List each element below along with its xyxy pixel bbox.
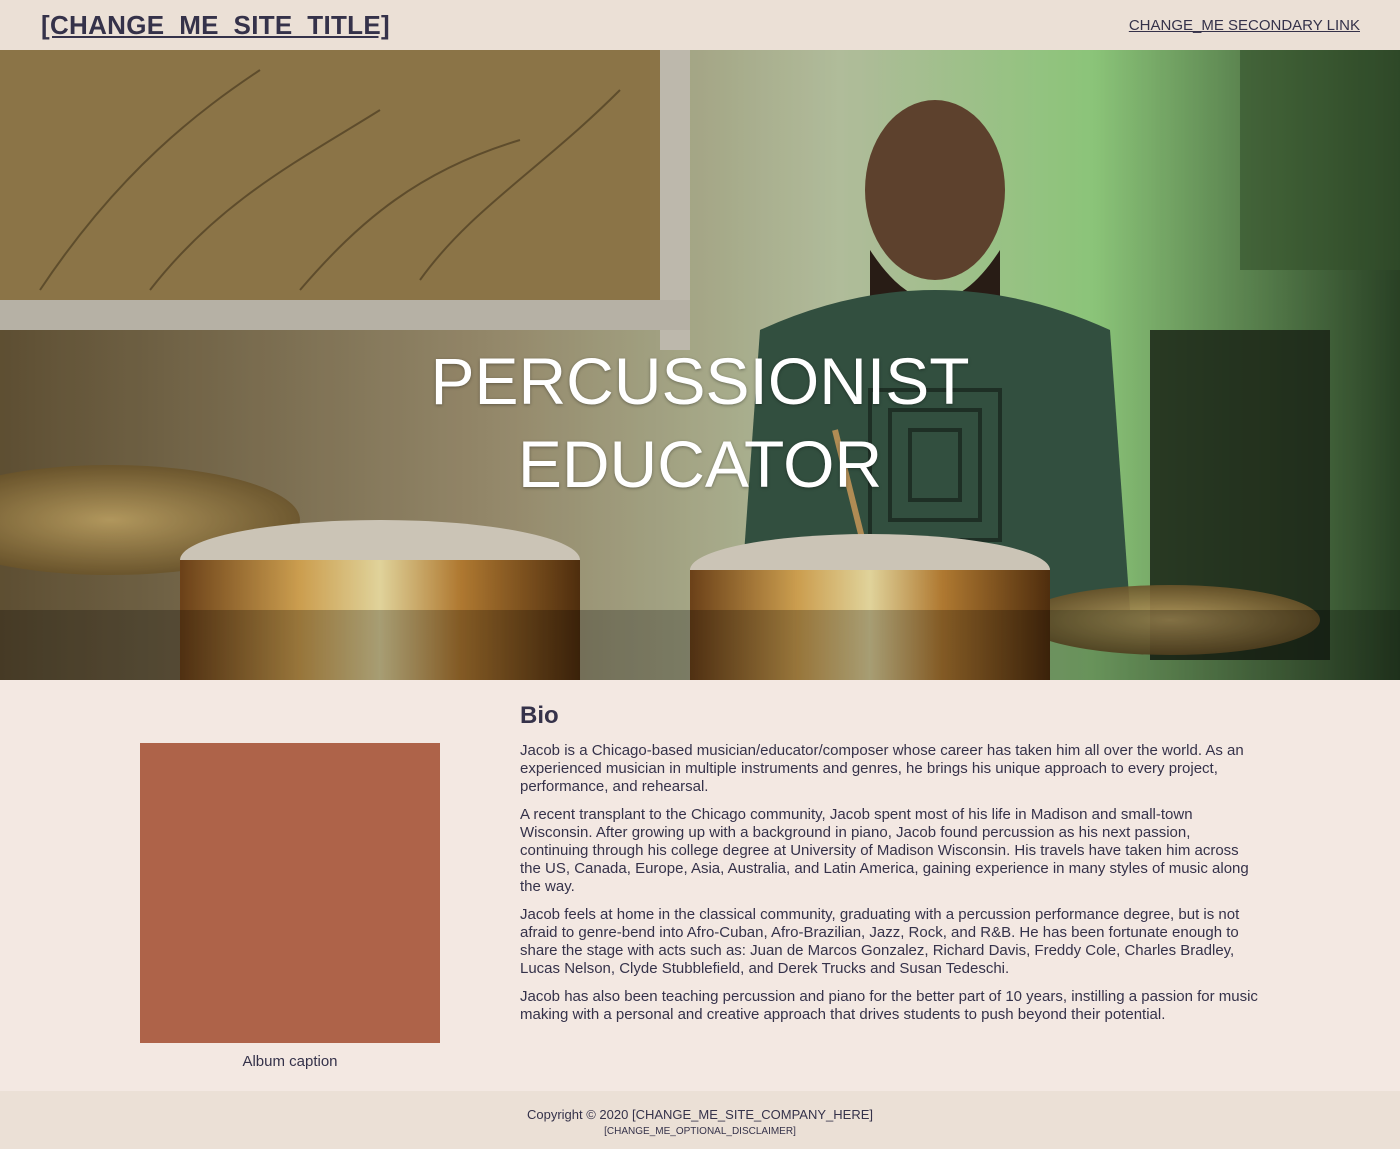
bio-section: Album caption Bio Jacob is a Chicago-bas… <box>0 680 1400 1091</box>
album-caption: Album caption <box>242 1053 338 1070</box>
bio-paragraph: Jacob is a Chicago-based musician/educat… <box>520 742 1244 795</box>
album-cover <box>140 743 440 1043</box>
hero-line-educator: EDUCATOR <box>517 427 883 501</box>
bio-heading: Bio <box>520 702 559 729</box>
bio-paragraph: A recent transplant to the Chicago commu… <box>520 806 1249 895</box>
bio-paragraph: Jacob has also been teaching percussion … <box>520 988 1258 1023</box>
hero-banner: PERCUSSIONIST EDUCATOR <box>0 50 1400 680</box>
site-title-link[interactable]: [CHANGE_ME_SITE_TITLE] <box>41 10 390 41</box>
bio-text-block: Bio Jacob is a Chicago-based musician/ed… <box>520 702 1262 1034</box>
secondary-link[interactable]: CHANGE_ME SECONDARY LINK <box>1129 17 1360 34</box>
site-footer: Copyright © 2020 [CHANGE_ME_SITE_COMPANY… <box>0 1091 1400 1149</box>
hero-line-percussionist: PERCUSSIONIST <box>430 344 970 418</box>
copyright-text: Copyright © 2020 [CHANGE_ME_SITE_COMPANY… <box>526 1107 873 1122</box>
site-header: [CHANGE_ME_SITE_TITLE] CHANGE_ME SECONDA… <box>0 0 1400 50</box>
disclaimer-text: [CHANGE_ME_OPTIONAL_DISCLAIMER] <box>604 1126 796 1137</box>
bio-paragraph: Jacob feels at home in the classical com… <box>520 906 1240 977</box>
hero-headline: PERCUSSIONIST EDUCATOR <box>0 340 1400 506</box>
